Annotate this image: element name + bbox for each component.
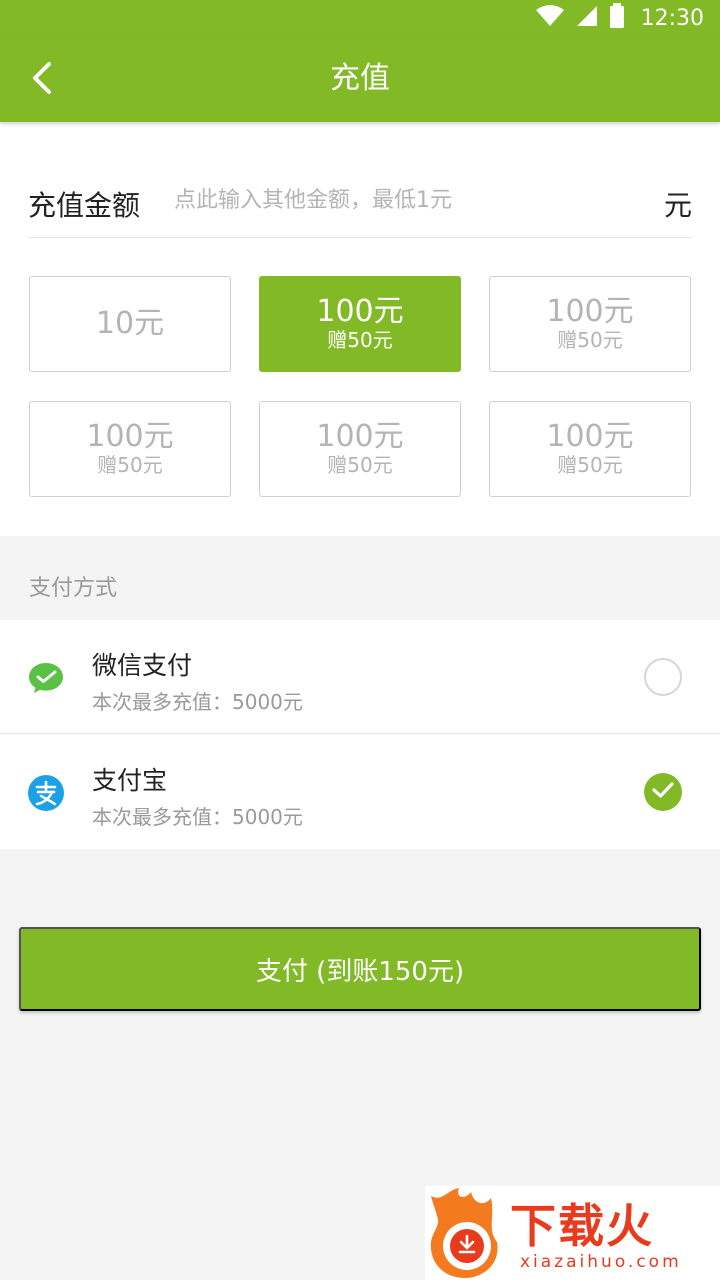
amount-option-value: 100元 bbox=[316, 294, 404, 329]
page-title: 充值 bbox=[330, 61, 390, 96]
payment-method-limit: 本次最多充值：5000元 bbox=[92, 805, 303, 829]
amount-option-100[interactable]: 100元 赠50元 bbox=[489, 276, 691, 372]
amount-option-value: 100元 bbox=[546, 294, 634, 329]
signal-icon bbox=[575, 4, 599, 32]
amount-unit: 元 bbox=[663, 189, 692, 222]
amount-option-value: 100元 bbox=[316, 419, 404, 454]
amount-option-bonus: 赠50元 bbox=[557, 328, 623, 352]
payment-section-label: 支付方式 bbox=[29, 576, 118, 601]
status-time: 12:30 bbox=[640, 5, 704, 31]
amount-option-100[interactable]: 100元 赠50元 bbox=[259, 401, 461, 497]
checkmark-icon bbox=[651, 780, 675, 804]
alipay-radio-checked[interactable] bbox=[644, 773, 682, 811]
amount-option-bonus: 赠50元 bbox=[557, 453, 623, 477]
amount-input[interactable] bbox=[174, 180, 634, 220]
app-bar: 充值 bbox=[0, 36, 720, 122]
watermark-url: xiazaihuo.com bbox=[520, 1252, 682, 1272]
amount-input-row: 充值金额 元 bbox=[28, 162, 692, 238]
chevron-left-icon bbox=[30, 61, 54, 99]
amount-option-value: 100元 bbox=[546, 419, 634, 454]
amount-option-bonus: 赠50元 bbox=[97, 453, 163, 477]
amount-option-value: 100元 bbox=[86, 419, 174, 454]
amount-label: 充值金额 bbox=[28, 189, 141, 222]
battery-icon bbox=[609, 3, 625, 33]
amount-option-100[interactable]: 100元 赠50元 bbox=[489, 401, 691, 497]
amount-section: 充值金额 元 10元 100元 赠50元 100元 赠50元 100元 赠50元… bbox=[0, 122, 720, 536]
pay-button[interactable]: 支付 (到账150元) bbox=[19, 927, 701, 1011]
watermark-brand: 下载火 bbox=[510, 1199, 654, 1253]
wifi-icon bbox=[535, 4, 565, 32]
back-button[interactable] bbox=[22, 58, 62, 102]
payment-method-wechat[interactable]: 微信支付 本次最多充值：5000元 bbox=[0, 620, 720, 734]
payment-method-name: 微信支付 bbox=[92, 651, 193, 680]
wechat-pay-icon bbox=[28, 660, 64, 696]
amount-option-bonus: 赠50元 bbox=[327, 453, 393, 477]
wechat-radio[interactable] bbox=[644, 658, 682, 696]
alipay-icon bbox=[28, 775, 64, 811]
status-bar: 12:30 bbox=[0, 0, 720, 36]
status-icons: 12:30 bbox=[535, 3, 704, 33]
amount-option-10[interactable]: 10元 bbox=[29, 276, 231, 372]
watermark-logo: 下载火 xiazaihuo.com bbox=[425, 1186, 720, 1280]
payment-method-limit: 本次最多充值：5000元 bbox=[92, 690, 303, 714]
amount-option-100[interactable]: 100元 赠50元 bbox=[29, 401, 231, 497]
payment-method-alipay[interactable]: 支付宝 本次最多充值：5000元 bbox=[0, 735, 720, 849]
amount-option-value: 10元 bbox=[95, 306, 165, 341]
payment-method-name: 支付宝 bbox=[92, 766, 168, 795]
amount-option-bonus: 赠50元 bbox=[327, 328, 393, 352]
amount-option-100-selected[interactable]: 100元 赠50元 bbox=[259, 276, 461, 372]
